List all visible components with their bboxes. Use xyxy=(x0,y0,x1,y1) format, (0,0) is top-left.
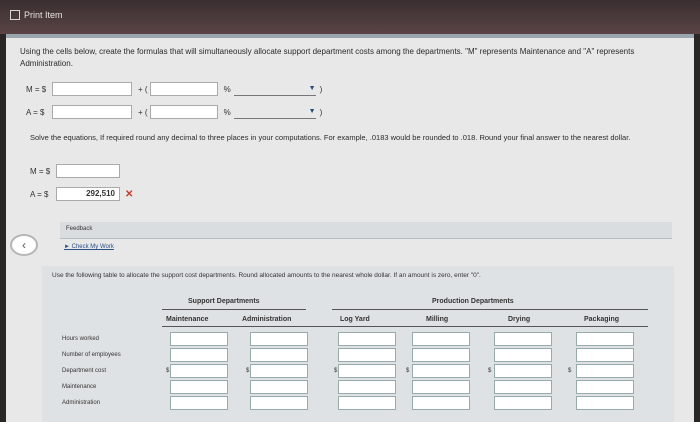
dollar-sign: $ xyxy=(334,368,338,374)
solve-instructions: Solve the equations, If required round a… xyxy=(30,133,631,142)
col-header-maintenance: Maintenance xyxy=(166,316,209,323)
table-input-cell[interactable] xyxy=(494,364,552,378)
window-title-bar: Print Item xyxy=(0,0,700,34)
table-input-cell[interactable] xyxy=(412,380,470,394)
formula-a-plus: + ( xyxy=(138,107,148,117)
formula-row-a: A = $ + ( % ▼ ) xyxy=(26,105,322,119)
table-input-cell[interactable] xyxy=(170,332,228,346)
instructions: Using the cells below, create the formul… xyxy=(20,47,635,68)
formula-m-select[interactable]: ▼ xyxy=(233,83,316,96)
formula-a-select[interactable]: ▼ xyxy=(233,106,316,119)
table-input-cell[interactable] xyxy=(250,332,308,346)
table-input-cell[interactable] xyxy=(170,396,228,410)
feedback-bar[interactable]: Feedback xyxy=(60,222,672,239)
dollar-sign: $ xyxy=(568,368,572,374)
table-input-cell[interactable] xyxy=(494,348,552,362)
formula-m-plus: + ( xyxy=(138,84,148,94)
print-item-header: Print Item xyxy=(10,10,63,20)
production-departments-header: Production Departments xyxy=(432,298,514,305)
formula-a-close: ) xyxy=(319,107,323,117)
table-input-cell[interactable] xyxy=(576,348,634,362)
col-header-administration: Administration xyxy=(242,316,292,323)
solve-a-label: A = $ xyxy=(30,189,49,199)
dollar-sign: $ xyxy=(246,368,250,374)
col-header-milling: Milling xyxy=(426,316,449,323)
support-group-rule xyxy=(162,309,306,310)
formula-m-percent-input[interactable] xyxy=(149,82,218,96)
chevron-down-icon: ▼ xyxy=(308,108,316,115)
row-label-administration: Administration xyxy=(62,400,101,406)
formula-a-label: A = $ xyxy=(26,107,45,117)
solve-row-m: M = $ xyxy=(30,164,120,178)
feedback-label: Feedback xyxy=(66,226,93,232)
table-input-cell[interactable] xyxy=(338,348,396,362)
chevron-down-icon: ▼ xyxy=(308,85,316,92)
row-label-employees: Number of employees xyxy=(62,352,121,358)
table-input-cell[interactable] xyxy=(412,332,470,346)
table-input-cell[interactable] xyxy=(170,364,228,378)
solve-m-label: M = $ xyxy=(30,166,51,176)
support-departments-header: Support Departments xyxy=(188,298,260,305)
table-input-cell[interactable] xyxy=(338,380,396,394)
table-input-cell[interactable] xyxy=(250,348,308,362)
table-input-cell[interactable] xyxy=(170,348,228,362)
formula-a-cost-input[interactable] xyxy=(52,105,132,119)
formula-a-percent-input[interactable] xyxy=(149,105,218,119)
formula-a-pct: % xyxy=(223,107,231,117)
table-input-cell[interactable] xyxy=(250,380,308,394)
table-input-cell[interactable] xyxy=(412,364,470,378)
table-input-cell[interactable] xyxy=(338,332,396,346)
col-header-drying: Drying xyxy=(508,316,531,323)
col-header-packaging: Packaging xyxy=(584,316,620,323)
row-label-department-cost: Department cost xyxy=(62,368,107,374)
dollar-sign: $ xyxy=(166,368,170,374)
table-input-cell[interactable] xyxy=(338,364,396,378)
table-input-cell[interactable] xyxy=(576,364,634,378)
formula-m-close: ) xyxy=(319,84,323,94)
incorrect-x-icon: ✕ xyxy=(125,188,134,200)
col-header-log-yard: Log Yard xyxy=(340,316,370,323)
table-input-cell[interactable] xyxy=(576,332,634,346)
window-title: Print Item xyxy=(24,10,63,20)
table-input-cell[interactable] xyxy=(338,396,396,410)
header-rule xyxy=(162,326,648,327)
check-my-work-link[interactable]: ► Check My Work xyxy=(64,244,114,250)
solve-m-input[interactable] xyxy=(56,164,120,178)
dollar-sign: $ xyxy=(406,368,410,374)
table-input-cell[interactable] xyxy=(412,348,470,362)
table-input-cell[interactable] xyxy=(250,364,308,378)
table-input-cell[interactable] xyxy=(494,332,552,346)
header-stripe xyxy=(6,34,694,38)
formula-m-cost-input[interactable] xyxy=(52,82,132,96)
worksheet: Using the cells below, create the formul… xyxy=(6,34,694,422)
table-input-cell[interactable] xyxy=(494,380,552,394)
table-input-cell[interactable] xyxy=(494,396,552,410)
formula-row-m: M = $ + ( % ▼ ) xyxy=(26,82,322,96)
row-label-maintenance: Maintenance xyxy=(62,384,97,390)
table-intro: Use the following table to allocate the … xyxy=(52,272,481,279)
table-input-cell[interactable] xyxy=(576,396,634,410)
dollar-sign: $ xyxy=(488,368,492,374)
solve-a-input[interactable]: 292,510 xyxy=(56,187,120,201)
print-icon xyxy=(10,10,20,20)
table-input-cell[interactable] xyxy=(250,396,308,410)
formula-m-pct: % xyxy=(223,84,231,94)
formula-m-label: M = $ xyxy=(26,84,47,94)
back-button[interactable]: ‹ xyxy=(10,234,38,256)
table-input-cell[interactable] xyxy=(170,380,228,394)
table-input-cell[interactable] xyxy=(412,396,470,410)
production-group-rule xyxy=(332,309,648,310)
table-input-cell[interactable] xyxy=(576,380,634,394)
row-label-hours-worked: Hours worked xyxy=(62,336,100,342)
chevron-left-icon: ‹ xyxy=(22,238,26,252)
solve-row-a: A = $ 292,510 ✕ xyxy=(30,187,133,201)
allocation-table-panel: Use the following table to allocate the … xyxy=(42,266,674,422)
